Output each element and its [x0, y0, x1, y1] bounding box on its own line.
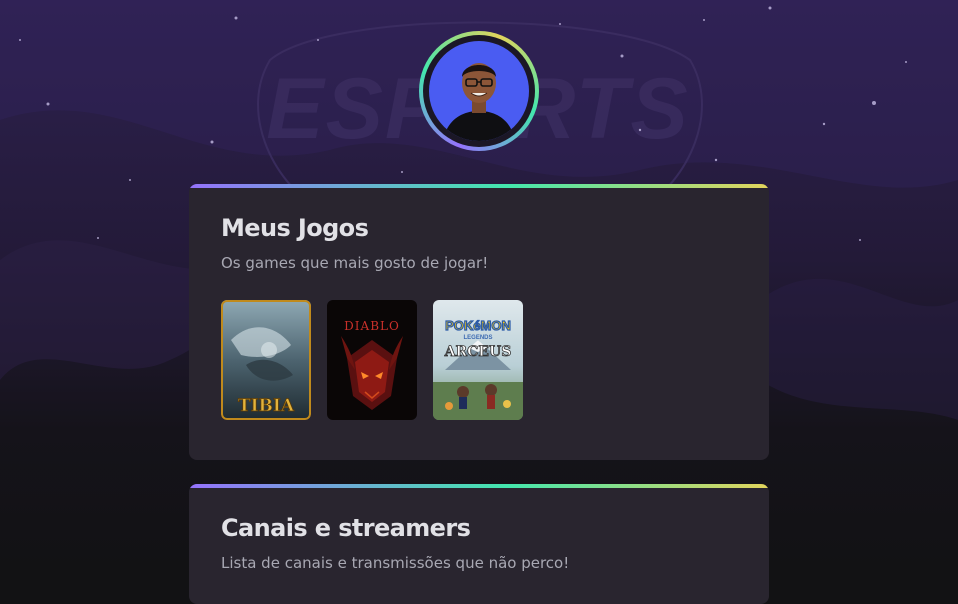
streams-card: Canais e streamers Lista de canais e tra…	[189, 484, 769, 604]
tibia-logo-text: TIBIA	[238, 396, 295, 416]
game-cover-pokemon-arceus[interactable]: POKéMON LEGENDS ARCEUS	[433, 300, 523, 420]
pokemon-legends-text: LEGENDS	[463, 335, 492, 341]
profile-avatar[interactable]	[419, 31, 539, 151]
pokemon-arceus-text: ARCEUS	[444, 344, 512, 360]
avatar-photo	[429, 41, 529, 141]
pokemon-logo-text: POKéMON	[445, 318, 511, 333]
games-subtitle: Os games que mais gosto de jogar!	[221, 254, 489, 272]
game-cover-tibia[interactable]: TIBIA	[221, 300, 311, 420]
streams-title: Canais e streamers	[221, 514, 471, 542]
diablo-logo-text: DIABLO	[344, 319, 400, 333]
game-cover-diablo[interactable]: DIABLO	[327, 300, 417, 420]
streams-subtitle: Lista de canais e transmissões que não p…	[221, 554, 570, 572]
games-card: Meus Jogos Os games que mais gosto de jo…	[189, 184, 769, 460]
games-title: Meus Jogos	[221, 214, 369, 242]
